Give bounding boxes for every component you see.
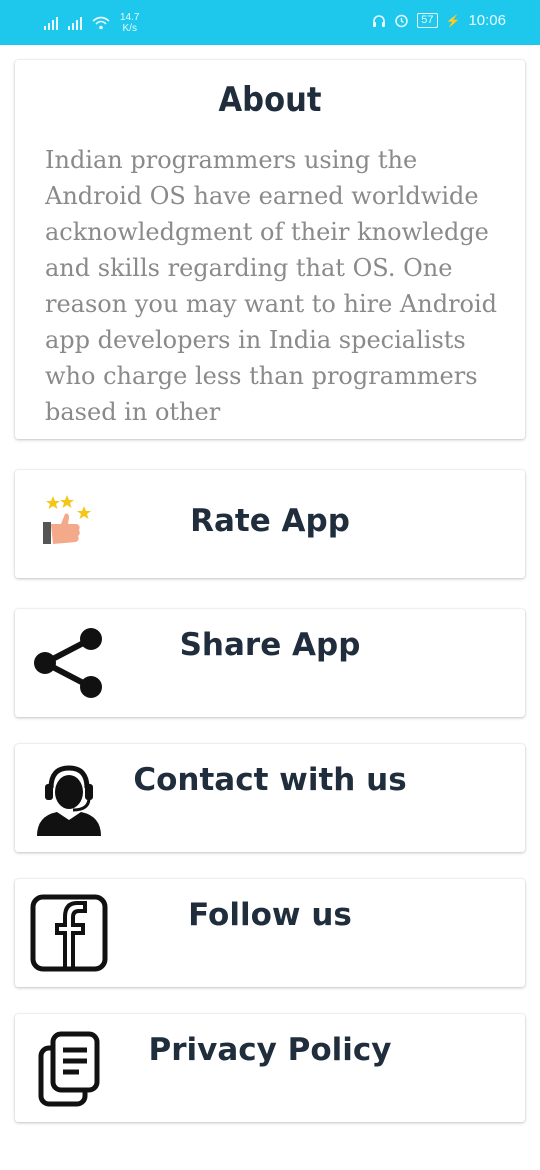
network-speed-unit: K/s xyxy=(122,23,137,34)
rate-app-button[interactable]: Rate App xyxy=(15,470,525,578)
headphones-icon xyxy=(373,14,386,27)
status-left: 14.7 K/s xyxy=(44,12,139,34)
status-bar: 14.7 K/s 57 ⚡ 10:06 xyxy=(0,0,540,45)
rate-app-label: Rate App xyxy=(190,503,350,539)
contact-button[interactable]: Contact with us xyxy=(15,744,525,852)
status-right: 57 ⚡ 10:06 xyxy=(372,12,506,29)
about-text[interactable]: Indian programmers using the Android OS … xyxy=(45,142,505,420)
contact-label: Contact with us xyxy=(133,762,407,798)
privacy-policy-button[interactable]: Privacy Policy xyxy=(15,1014,525,1122)
about-title: About xyxy=(218,80,322,120)
charging-icon: ⚡ xyxy=(445,13,461,28)
signal-1-icon xyxy=(44,16,58,30)
follow-us-label: Follow us xyxy=(188,897,352,933)
battery-level: 57 xyxy=(417,13,438,28)
share-app-button[interactable]: Share App xyxy=(15,609,525,717)
share-app-label: Share App xyxy=(179,627,361,663)
clock: 10:06 xyxy=(468,12,506,29)
network-speed: 14.7 K/s xyxy=(120,12,139,34)
alarm-icon xyxy=(395,14,408,28)
follow-us-button[interactable]: Follow us xyxy=(15,879,525,987)
wifi-icon xyxy=(92,16,110,30)
about-card: About Indian programmers using the Andro… xyxy=(15,60,525,439)
privacy-policy-label: Privacy Policy xyxy=(148,1032,392,1068)
network-speed-value: 14.7 xyxy=(120,12,140,23)
signal-2-icon xyxy=(68,16,82,30)
